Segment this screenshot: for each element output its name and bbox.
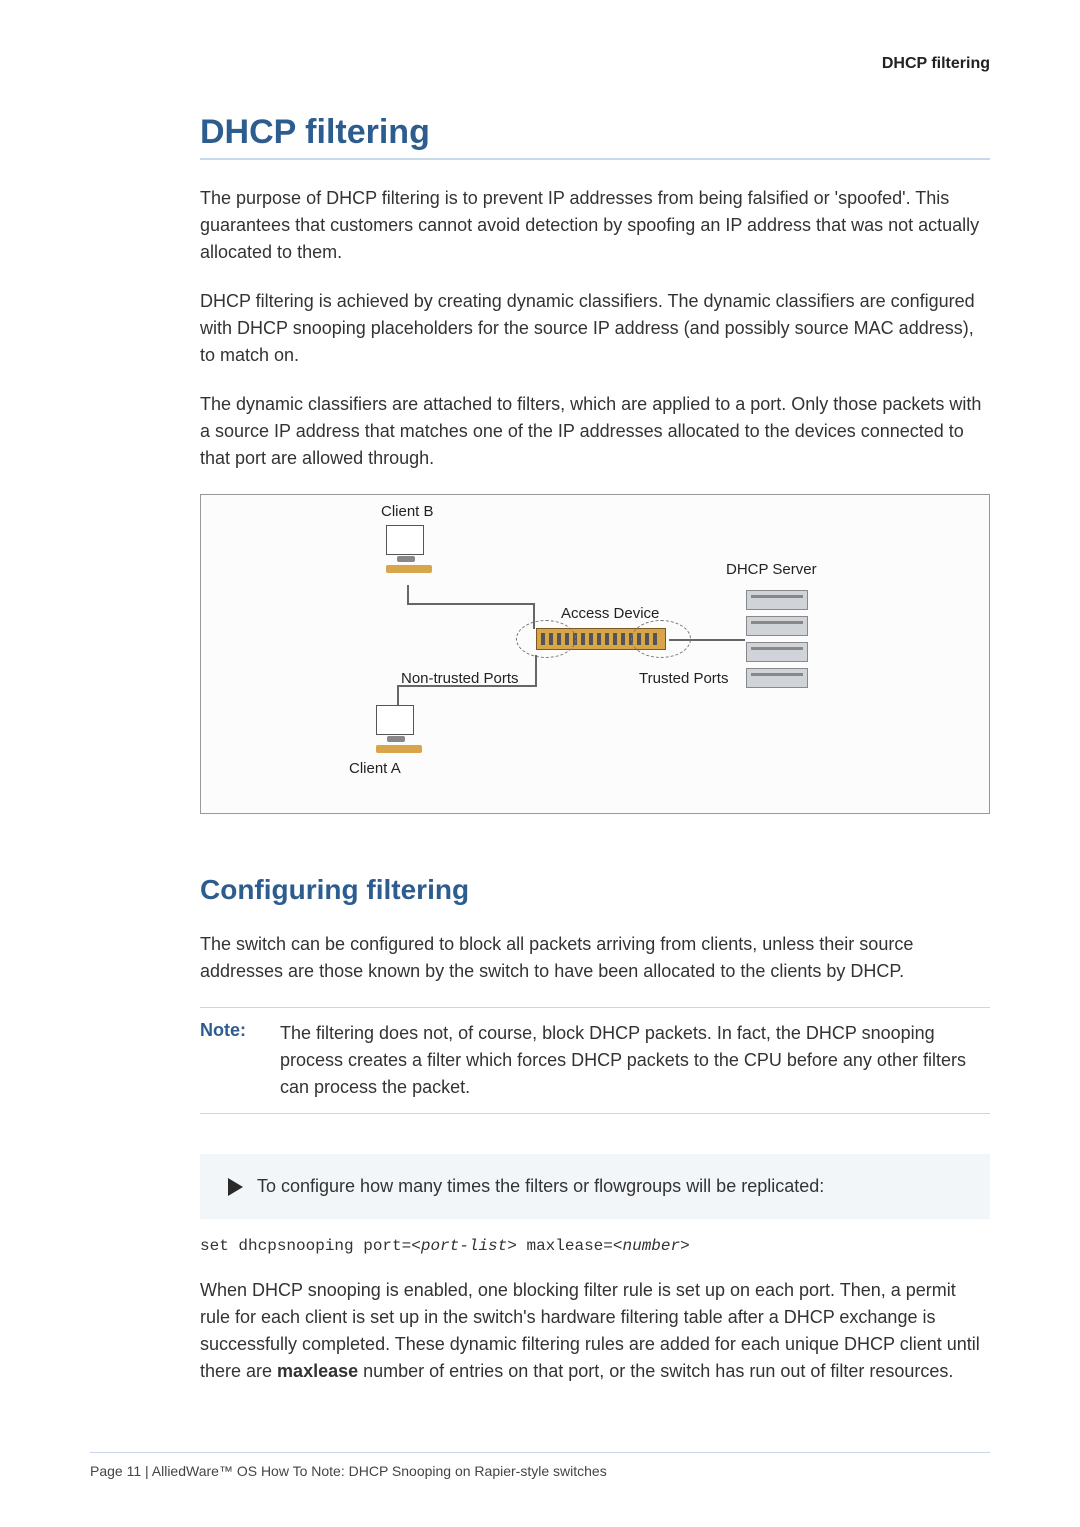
label-access-device: Access Device xyxy=(561,605,659,622)
subsection-para-1: The switch can be configured to block al… xyxy=(200,931,990,985)
footer-text: Page 11 | AlliedWare™ OS How To Note: DH… xyxy=(90,1463,607,1479)
play-arrow-icon xyxy=(228,1178,243,1196)
label-dhcp-server: DHCP Server xyxy=(726,561,817,578)
ellipse-left xyxy=(516,620,576,658)
label-client-b: Client B xyxy=(381,503,434,520)
paragraph-1: The purpose of DHCP filtering is to prev… xyxy=(200,185,990,266)
step-text: To configure how many times the filters … xyxy=(257,1176,824,1197)
network-diagram: Client B Access Device Non-trusted Ports… xyxy=(200,494,990,814)
label-trusted: Trusted Ports xyxy=(639,670,728,687)
pc-icon xyxy=(376,705,418,753)
running-header-text: DHCP filtering xyxy=(882,55,990,72)
label-client-a: Client A xyxy=(349,760,401,777)
paragraph-2: DHCP filtering is achieved by creating d… xyxy=(200,288,990,369)
subsection-title: Configuring filtering xyxy=(200,874,990,906)
subsection-para-2: When DHCP snooping is enabled, one block… xyxy=(200,1277,990,1385)
running-header: DHCP filtering xyxy=(200,55,990,73)
pc-icon xyxy=(386,525,428,573)
note-label: Note: xyxy=(200,1020,280,1101)
paragraph-3: The dynamic classifiers are attached to … xyxy=(200,391,990,472)
code-block: set dhcpsnooping port=<port-list> maxlea… xyxy=(200,1237,990,1255)
page-footer: Page 11 | AlliedWare™ OS How To Note: DH… xyxy=(90,1452,990,1479)
server-icon xyxy=(746,590,808,694)
step-callout: To configure how many times the filters … xyxy=(200,1154,990,1219)
section-title: DHCP filtering xyxy=(200,113,990,160)
note-text: The filtering does not, of course, block… xyxy=(280,1020,990,1101)
note-box: Note: The filtering does not, of course,… xyxy=(200,1007,990,1114)
